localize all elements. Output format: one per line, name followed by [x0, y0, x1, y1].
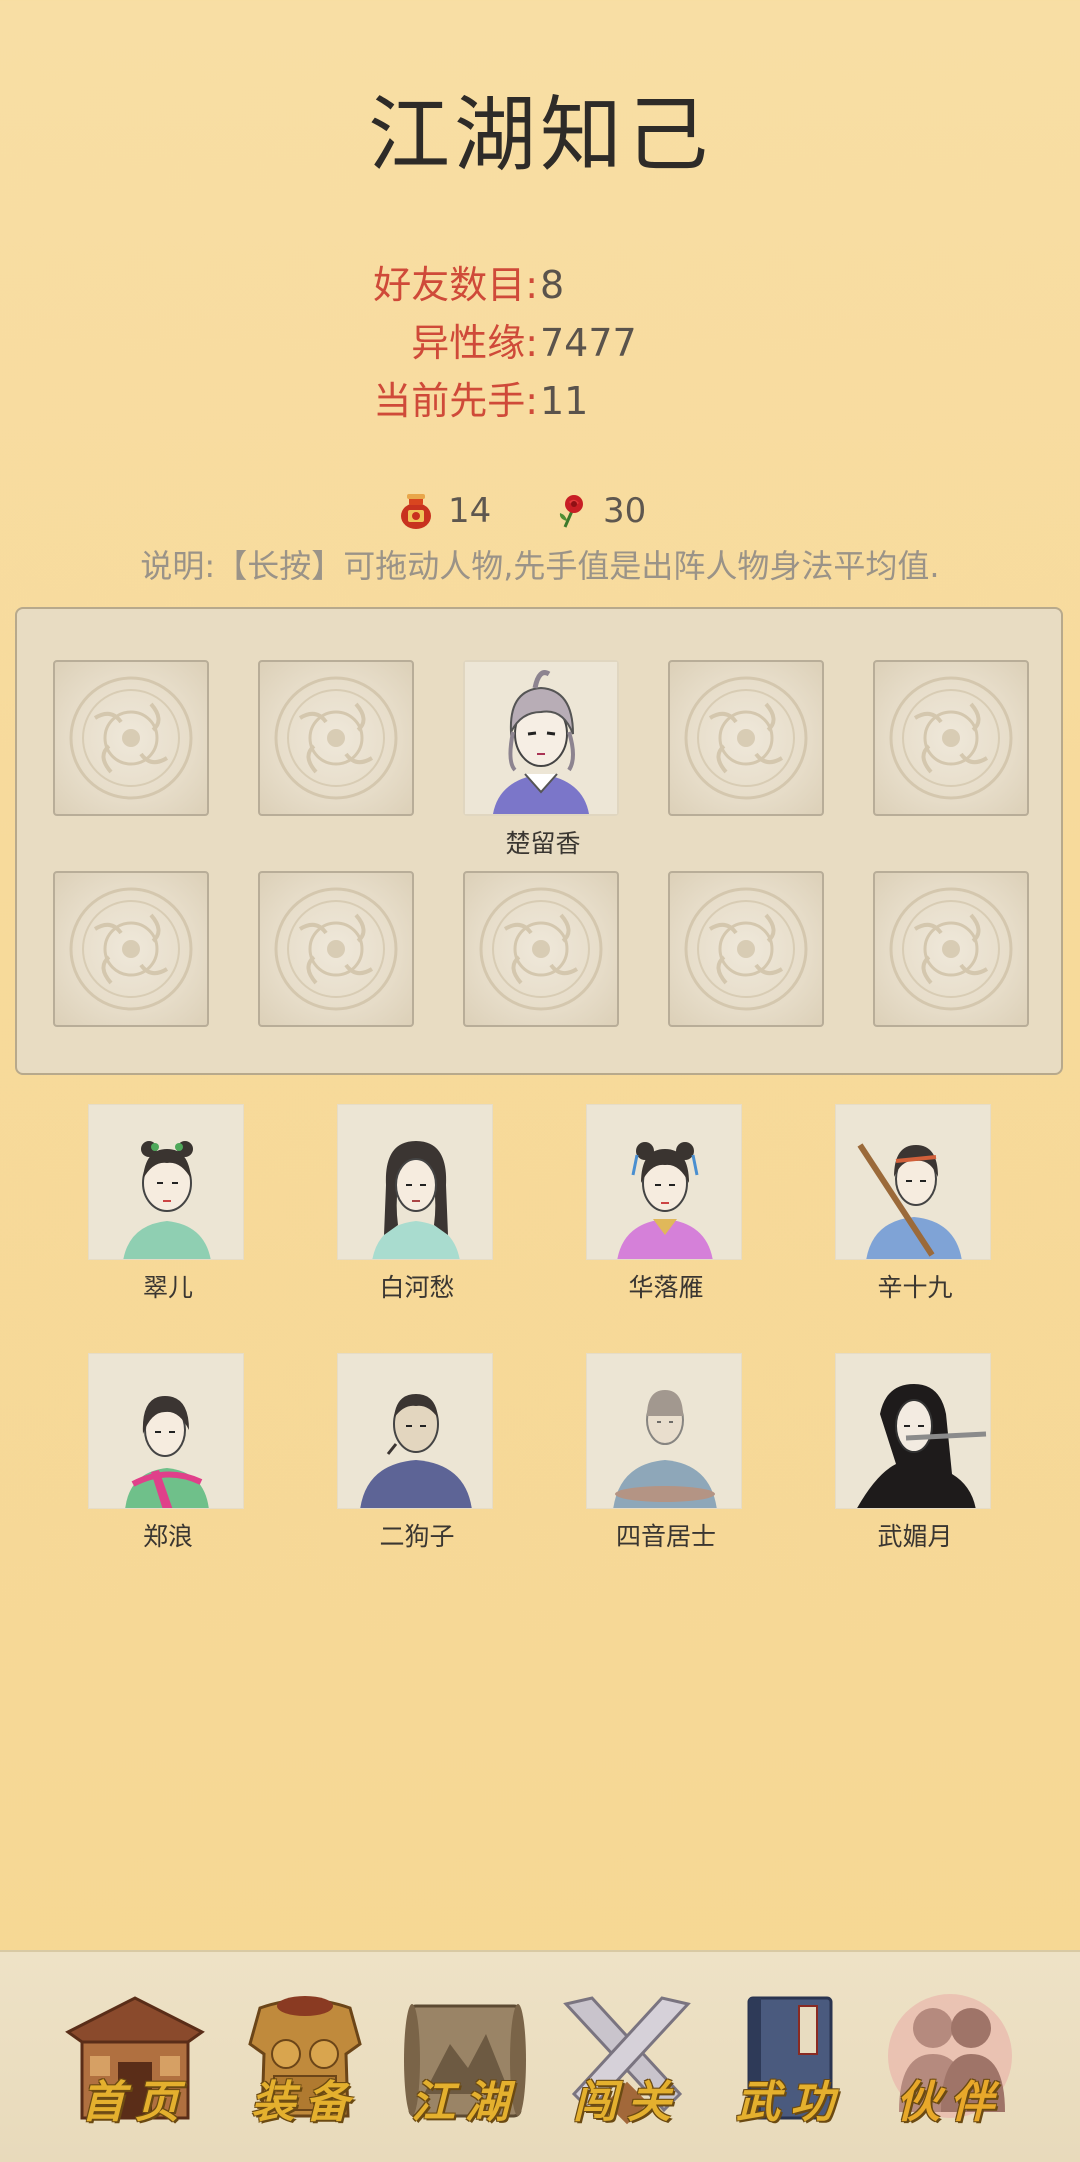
nav-challenge-button[interactable]: 闯关	[552, 1984, 702, 2134]
friend-name: 翠儿	[142, 1273, 193, 1302]
bronze-mirror-emblem-icon	[889, 676, 1013, 800]
nav-equipment-button[interactable]: 装备	[230, 1984, 380, 2134]
friend-name: 辛十九	[877, 1273, 953, 1302]
wine-count: 14	[448, 491, 492, 531]
character-portrait	[337, 1353, 493, 1509]
lineup-slot-empty[interactable]	[668, 660, 824, 816]
rose-icon	[559, 495, 583, 528]
bronze-mirror-emblem-icon	[684, 887, 808, 1011]
wine-jar-icon	[401, 494, 431, 529]
bronze-mirror-emblem-icon	[684, 676, 808, 800]
lineup-slot-empty[interactable]	[668, 871, 824, 1027]
stat-initiative: 当前先手: 11	[0, 376, 1080, 426]
wine-counter: 14	[398, 485, 491, 537]
nav-label: 武功	[736, 2077, 844, 2128]
lineup-slot-empty[interactable]	[873, 660, 1029, 816]
lineup-slot-empty[interactable]	[873, 871, 1029, 1027]
character-portrait	[586, 1104, 742, 1260]
character-portrait	[465, 662, 617, 814]
nav-label: 江湖	[411, 2077, 519, 2128]
nav-label: 闯关	[573, 2077, 681, 2128]
page-title: 江湖知己	[367, 88, 712, 183]
nav-label: 装备	[251, 2077, 359, 2128]
lineup-slot-empty[interactable]	[53, 871, 209, 1027]
bronze-mirror-emblem-icon	[69, 887, 193, 1011]
nav-jianghu-button[interactable]: 江湖	[390, 1984, 540, 2134]
stat-label: 异性缘:	[411, 321, 538, 365]
character-portrait	[337, 1104, 493, 1260]
stat-charm: 异性缘: 7477	[0, 318, 1080, 368]
friend-name: 二狗子	[379, 1522, 455, 1551]
character-portrait	[835, 1104, 991, 1260]
resource-bar: 14 30	[0, 485, 1080, 537]
bottom-nav: 首页 装备 江湖 闯关 武功 伙伴	[0, 1950, 1080, 2162]
stat-value: 7477	[540, 321, 637, 365]
nav-home-button[interactable]: 首页	[60, 1984, 210, 2134]
stat-friend-count: 好友数目: 8	[0, 260, 1080, 310]
stat-value: 11	[540, 379, 589, 423]
lineup-slot-filled[interactable]: 楚留香	[463, 660, 619, 858]
character-portrait	[586, 1353, 742, 1509]
stat-label: 好友数目:	[373, 263, 538, 307]
hint-text: 说明:【长按】可拖动人物,先手值是出阵人物身法平均值.	[140, 547, 940, 585]
rose-count: 30	[603, 491, 647, 531]
character-portrait	[88, 1104, 244, 1260]
stat-value: 8	[540, 263, 565, 307]
rose-counter: 30	[555, 485, 646, 537]
friend-name: 华落雁	[628, 1273, 704, 1302]
friend-card[interactable]: 白河愁	[337, 1104, 497, 1304]
friend-name: 白河愁	[379, 1273, 455, 1302]
lineup-panel: 楚留香	[15, 607, 1063, 1075]
friend-card[interactable]: 辛十九	[835, 1104, 995, 1304]
friend-card[interactable]: 华落雁	[586, 1104, 746, 1304]
friend-name: 郑浪	[142, 1522, 193, 1551]
lineup-slot-empty[interactable]	[53, 660, 209, 816]
friend-card[interactable]: 二狗子	[337, 1353, 497, 1553]
character-portrait	[88, 1353, 244, 1509]
lineup-slot-empty[interactable]	[258, 871, 414, 1027]
friend-name: 四音居士	[615, 1522, 716, 1551]
lineup-character-name: 楚留香	[505, 829, 581, 858]
nav-companions-button[interactable]: 伙伴	[875, 1984, 1025, 2134]
bronze-mirror-emblem-icon	[274, 676, 398, 800]
nav-label: 首页	[81, 2077, 189, 2128]
character-portrait	[835, 1353, 991, 1509]
bronze-mirror-emblem-icon	[274, 887, 398, 1011]
lineup-slot-empty[interactable]	[258, 660, 414, 816]
friend-card[interactable]: 武媚月	[835, 1353, 995, 1553]
friend-card[interactable]: 郑浪	[88, 1353, 248, 1553]
nav-label: 伙伴	[896, 2077, 1004, 2128]
bronze-mirror-emblem-icon	[69, 676, 193, 800]
friend-card[interactable]: 翠儿	[88, 1104, 248, 1304]
bronze-mirror-emblem-icon	[479, 887, 603, 1011]
stat-label: 当前先手:	[373, 379, 538, 423]
friend-card[interactable]: 四音居士	[586, 1353, 746, 1553]
nav-martial-arts-button[interactable]: 武功	[715, 1984, 865, 2134]
bronze-mirror-emblem-icon	[889, 887, 1013, 1011]
friend-name: 武媚月	[877, 1522, 953, 1551]
lineup-slot-empty[interactable]	[463, 871, 619, 1027]
